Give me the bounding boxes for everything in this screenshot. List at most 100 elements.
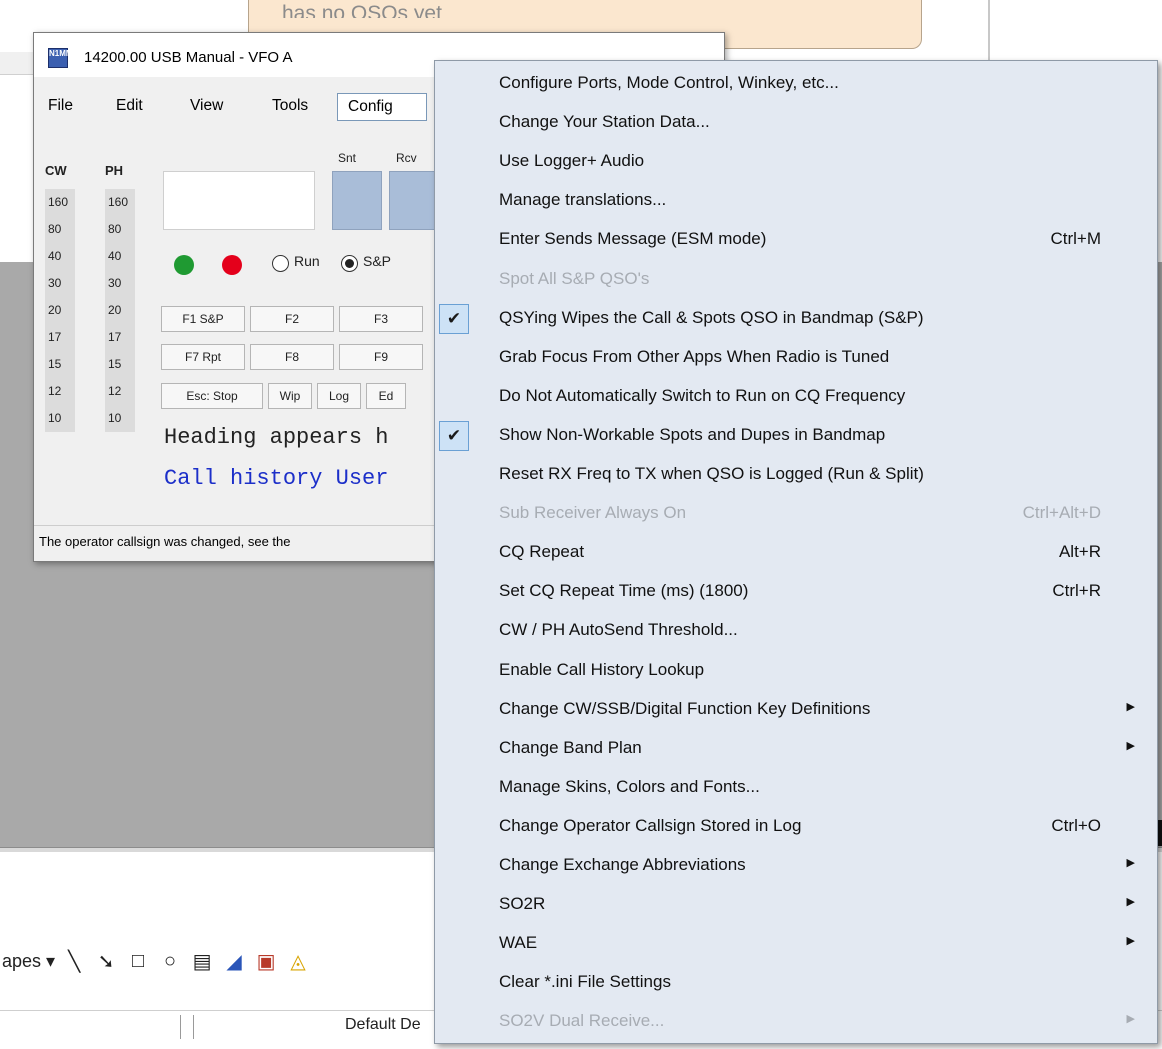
band-button-ph-30[interactable]: 30 [105, 270, 135, 297]
menu-item-1[interactable]: Change Your Station Data... [435, 104, 1157, 143]
config-dropdown-menu: Configure Ports, Mode Control, Winkey, e… [434, 60, 1158, 1044]
menu-item-label: Clear *.ini File Settings [499, 972, 671, 992]
menu-item-20[interactable]: Change Exchange Abbreviations ▶ [435, 847, 1157, 886]
submenu-arrow-icon: ▶ [1126, 700, 1135, 713]
background-status-text: Default De [345, 1016, 421, 1033]
menu-item-9[interactable]: ✔ Show Non-Workable Spots and Dupes in Ba… [435, 417, 1157, 456]
band-button-cw-20[interactable]: 20 [45, 297, 75, 324]
rectangle-tool-icon[interactable]: □ [125, 948, 151, 974]
menu-item-23[interactable]: Clear *.ini File Settings [435, 964, 1157, 1003]
menu-file[interactable]: File [48, 97, 73, 115]
menu-edit[interactable]: Edit [116, 97, 143, 115]
fill-color-icon[interactable]: ◬ [285, 948, 311, 974]
band-button-ph-80[interactable]: 80 [105, 216, 135, 243]
callsign-input[interactable] [163, 171, 315, 230]
band-button-ph-20[interactable]: 20 [105, 297, 135, 324]
shapes-menu-label: apes [2, 950, 42, 971]
menu-item-21[interactable]: SO2R ▶ [435, 886, 1157, 925]
band-button-cw-30[interactable]: 30 [45, 270, 75, 297]
f8-button[interactable]: F8 [250, 344, 334, 370]
menu-item-7[interactable]: Grab Focus From Other Apps When Radio is… [435, 339, 1157, 378]
menu-item-label: Reset RX Freq to TX when QSO is Logged (… [499, 464, 924, 483]
menu-item-6[interactable]: ✔ QSYing Wipes the Call & Spots QSO in Ba… [435, 300, 1157, 339]
green-status-led-icon [174, 255, 194, 275]
band-button-cw-40[interactable]: 40 [45, 243, 75, 270]
menu-item-12[interactable]: CQ Repeat Alt+R [435, 534, 1157, 573]
ellipse-tool-icon[interactable]: ○ [157, 948, 183, 974]
band-button-ph-12[interactable]: 12 [105, 378, 135, 405]
snt-input[interactable] [332, 171, 382, 230]
wordart-tool-icon[interactable]: ◢ [221, 948, 247, 974]
menu-item-label: CQ Repeat [499, 542, 585, 562]
edit-button[interactable]: Ed [366, 383, 406, 409]
menu-item-8[interactable]: Do Not Automatically Switch to Run on CQ… [435, 378, 1157, 417]
line-tool-icon[interactable]: ╲ [61, 948, 87, 974]
menu-item-4[interactable]: Enter Sends Message (ESM mode) Ctrl+M [435, 221, 1157, 260]
esc-stop-button[interactable]: Esc: Stop [161, 383, 263, 409]
submenu-arrow-icon: ▶ [1126, 857, 1135, 869]
menu-item-19[interactable]: Change Operator Callsign Stored in Log Ct… [435, 808, 1157, 847]
submenu-arrow-icon: ▶ [1126, 935, 1135, 948]
menu-item-label: Do Not Automatically Switch to Run on CQ… [499, 385, 906, 405]
menu-item-5: Spot All S&P QSO's [435, 261, 1157, 300]
band-button-cw-80[interactable]: 80 [45, 216, 75, 243]
menu-tools[interactable]: Tools [272, 97, 308, 115]
menu-config[interactable]: Config [337, 93, 427, 121]
menu-item-label: Change Your Station Data... [499, 112, 710, 132]
band-button-ph-17[interactable]: 17 [105, 324, 135, 351]
menu-item-label: Use Logger+ Audio [499, 151, 645, 171]
wipe-button[interactable]: Wip [268, 383, 312, 409]
menu-item-13[interactable]: Set CQ Repeat Time (ms) (1800) Ctrl+R [435, 573, 1157, 612]
band-button-cw-10[interactable]: 10 [45, 405, 75, 432]
band-button-cw-12[interactable]: 12 [45, 378, 75, 405]
submenu-arrow-icon: ▶ [1126, 1013, 1135, 1026]
f2-button[interactable]: F2 [250, 306, 334, 332]
band-button-ph-40[interactable]: 40 [105, 243, 135, 270]
menu-item-label: Configure Ports, Mode Control, Winkey, e… [499, 73, 839, 92]
menu-item-17[interactable]: Change Band Plan ▶ [435, 730, 1157, 769]
menu-item-label: WAE [499, 933, 538, 953]
menu-item-18[interactable]: Manage Skins, Colors and Fonts... [435, 769, 1157, 808]
menu-item-0[interactable]: Configure Ports, Mode Control, Winkey, e… [435, 65, 1157, 104]
heading-info-line: Heading appears h [164, 425, 389, 450]
menu-view[interactable]: View [190, 97, 223, 115]
ph-band-column: PH 160 80 40 30 20 17 15 12 10 [105, 163, 135, 432]
menu-item-label: Change CW/SSB/Digital Function Key Defin… [499, 698, 871, 718]
ph-header: PH [105, 163, 124, 178]
band-button-ph-10[interactable]: 10 [105, 405, 135, 432]
menu-item-shortcut: Ctrl+M [1050, 229, 1101, 249]
band-button-ph-15[interactable]: 15 [105, 351, 135, 378]
band-button-ph-160[interactable]: 160 [105, 189, 135, 216]
menu-item-label: Manage Skins, Colors and Fonts... [499, 776, 760, 796]
shapes-menu-button[interactable]: apes ▾ [0, 951, 55, 972]
band-button-cw-160[interactable]: 160 [45, 189, 75, 216]
sp-radio[interactable] [341, 255, 358, 272]
cw-header: CW [45, 163, 67, 178]
clipart-tool-icon[interactable]: ▣ [253, 948, 279, 974]
band-button-cw-17[interactable]: 17 [45, 324, 75, 351]
menu-item-label: Grab Focus From Other Apps When Radio is… [499, 346, 890, 366]
menu-item-15[interactable]: Enable Call History Lookup [435, 652, 1157, 691]
menu-item-22[interactable]: WAE ▶ [435, 925, 1157, 964]
run-radio[interactable] [272, 255, 289, 272]
menu-item-label: CW / PH AutoSend Threshold... [499, 620, 738, 640]
menu-item-label: Sub Receiver Always On [499, 503, 687, 523]
menu-item-2[interactable]: Use Logger+ Audio [435, 143, 1157, 182]
band-button-cw-15[interactable]: 15 [45, 351, 75, 378]
menu-item-16[interactable]: Change CW/SSB/Digital Function Key Defin… [435, 691, 1157, 730]
menu-item-14[interactable]: CW / PH AutoSend Threshold... [435, 612, 1157, 651]
log-button[interactable]: Log [317, 383, 361, 409]
f9-button[interactable]: F9 [339, 344, 423, 370]
background-note-text: has no QSOs yet [282, 2, 442, 18]
f7-button[interactable]: F7 Rpt [161, 344, 245, 370]
menu-item-label: Change Band Plan [499, 737, 642, 757]
menu-item-label: Show Non-Workable Spots and Dupes in Ban… [499, 424, 886, 444]
menu-item-10[interactable]: Reset RX Freq to TX when QSO is Logged (… [435, 456, 1157, 495]
menu-item-3[interactable]: Manage translations... [435, 182, 1157, 221]
textbox-tool-icon[interactable]: ▤ [189, 948, 215, 974]
menu-item-label: QSYing Wipes the Call & Spots QSO in Ban… [499, 307, 924, 327]
f1-button[interactable]: F1 S&P [161, 306, 245, 332]
call-history-info-line: Call history User [164, 466, 389, 491]
f3-button[interactable]: F3 [339, 306, 423, 332]
arrow-tool-icon[interactable]: ➘ [93, 948, 119, 974]
